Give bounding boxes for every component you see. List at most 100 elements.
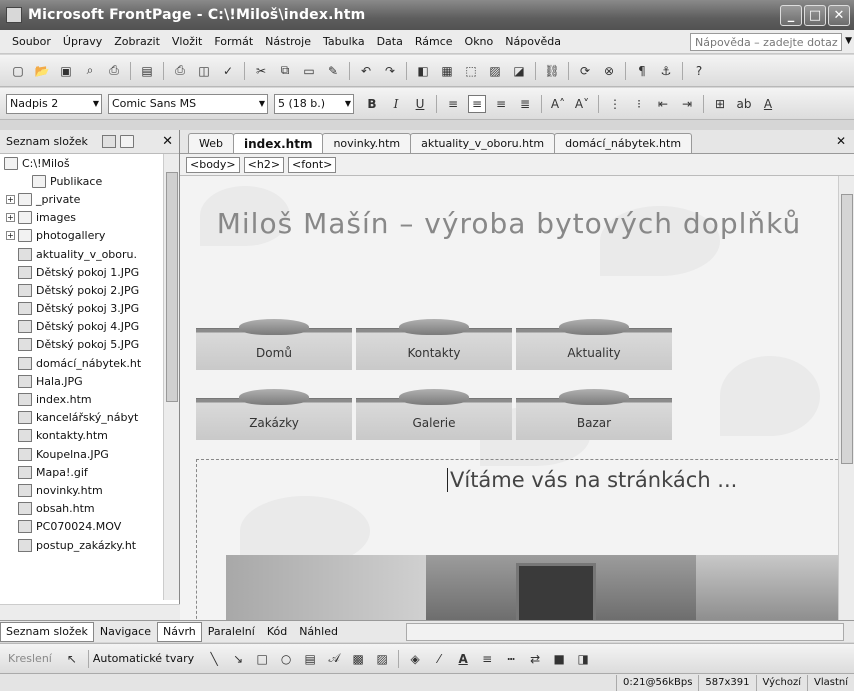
welcome-text[interactable]: Vítáme vás na stránkách ...: [447, 468, 737, 492]
align-center-icon[interactable]: ≡: [468, 94, 486, 113]
justify-icon[interactable]: ≣: [516, 95, 534, 113]
line-icon[interactable]: ╲: [205, 650, 223, 668]
paste-icon[interactable]: ▭: [300, 62, 318, 80]
editor-horizontal-scrollbar[interactable]: [406, 623, 844, 641]
drawing-menu[interactable]: Kreslení: [8, 652, 52, 665]
tree-item[interactable]: obsah.htm: [0, 500, 164, 518]
close-document-icon[interactable]: ✕: [836, 134, 846, 148]
new-page-icon[interactable]: [101, 135, 116, 148]
line-color-icon[interactable]: ⁄: [430, 650, 448, 668]
tree-item[interactable]: Koupelna.JPG: [0, 445, 164, 463]
nav-button-bazar[interactable]: Bazar: [516, 389, 672, 440]
3d-icon[interactable]: ◨: [574, 650, 592, 668]
numbering-icon[interactable]: ⋮: [606, 95, 624, 113]
line-style-icon[interactable]: ≡: [478, 650, 496, 668]
insert-picture-icon[interactable]: ▨: [486, 62, 504, 80]
tree-item[interactable]: index.htm: [0, 390, 164, 408]
tree-item[interactable]: aktuality_v_oboru.: [0, 245, 164, 263]
tree-item[interactable]: Dětský pokoj 2.JPG: [0, 281, 164, 299]
tree-item[interactable]: postup_zakázky.ht: [0, 536, 164, 554]
show-all-icon[interactable]: ¶: [633, 62, 651, 80]
refresh-icon[interactable]: ⟳: [576, 62, 594, 80]
expand-icon[interactable]: +: [6, 194, 15, 204]
menu-zobrazit[interactable]: Zobrazit: [114, 35, 160, 48]
style-select[interactable]: Nadpis 2 ▼: [6, 93, 102, 114]
oval-icon[interactable]: ○: [277, 650, 295, 668]
view-code-button[interactable]: Kód: [261, 622, 293, 642]
decrease-font-icon[interactable]: A˅: [573, 95, 591, 113]
expand-icon[interactable]: +: [6, 213, 15, 223]
view-preview-button[interactable]: Náhled: [293, 622, 344, 642]
rectangle-icon[interactable]: □: [253, 650, 271, 668]
page-heading[interactable]: Miloš Mašín – výroba bytových doplňků: [180, 204, 838, 244]
tag-body[interactable]: <body>: [186, 156, 240, 173]
folder-list-vertical-scrollbar[interactable]: [163, 154, 179, 600]
increase-font-icon[interactable]: A˄: [549, 95, 567, 113]
menu-vlozit[interactable]: Vložit: [172, 35, 202, 48]
tree-item[interactable]: + photogallery: [0, 227, 164, 245]
fill-color-icon[interactable]: ◈: [406, 650, 424, 668]
tree-item[interactable]: Dětský pokoj 1.JPG: [0, 263, 164, 281]
autoshapes-menu[interactable]: Automatické tvary: [93, 652, 194, 665]
minimize-button[interactable]: _: [780, 5, 802, 26]
tree-item[interactable]: kancelářský_nábyt: [0, 409, 164, 427]
format-painter-icon[interactable]: ✎: [324, 62, 342, 80]
expand-icon[interactable]: +: [6, 231, 15, 241]
italic-button[interactable]: I: [387, 95, 405, 113]
tree-item[interactable]: Dětský pokoj 4.JPG: [0, 318, 164, 336]
underline-button[interactable]: U: [411, 95, 429, 113]
page-dimensions[interactable]: 587x391: [698, 674, 755, 691]
app-icon[interactable]: [6, 7, 22, 23]
align-right-icon[interactable]: ≡: [492, 95, 510, 113]
help-dropdown-icon[interactable]: ▼: [845, 36, 852, 46]
toggle-pane-icon[interactable]: ▤: [138, 62, 156, 80]
scrollbar-thumb[interactable]: [166, 172, 178, 402]
tab-web[interactable]: Web: [188, 133, 234, 153]
bold-button[interactable]: B: [363, 95, 381, 113]
menu-okno[interactable]: Okno: [465, 35, 494, 48]
undo-icon[interactable]: ↶: [357, 62, 375, 80]
shadow-icon[interactable]: ■: [550, 650, 568, 668]
arrow-style-icon[interactable]: ⇄: [526, 650, 544, 668]
arrow-icon[interactable]: ↘: [229, 650, 247, 668]
menu-napoveda[interactable]: Nápověda: [505, 35, 561, 48]
tree-item[interactable]: Mapa!.gif: [0, 463, 164, 481]
download-time[interactable]: 0:21@56kBps: [616, 674, 698, 691]
tree-item[interactable]: kontakty.htm: [0, 427, 164, 445]
hyperlink-icon[interactable]: ⛓: [543, 62, 561, 80]
web-component-icon[interactable]: ◧: [414, 62, 432, 80]
tab-novinky[interactable]: novinky.htm: [322, 133, 412, 153]
print-icon[interactable]: ⎙: [171, 62, 189, 80]
nav-button-kontakty[interactable]: Kontakty: [356, 319, 512, 370]
tree-item[interactable]: novinky.htm: [0, 481, 164, 499]
search-icon[interactable]: ⌕: [81, 62, 99, 80]
anchor-icon[interactable]: ⚓: [657, 62, 675, 80]
dash-style-icon[interactable]: ┅: [502, 650, 520, 668]
tab-index[interactable]: index.htm: [232, 133, 324, 153]
nav-button-zakazky[interactable]: Zakázky: [196, 389, 352, 440]
new-folder-icon[interactable]: [119, 135, 134, 148]
tree-item[interactable]: Dětský pokoj 3.JPG: [0, 300, 164, 318]
decrease-indent-icon[interactable]: ⇤: [654, 95, 672, 113]
layer-icon[interactable]: ⬚: [462, 62, 480, 80]
tag-h2[interactable]: <h2>: [243, 156, 285, 173]
design-canvas[interactable]: Miloš Mašín – výroba bytových doplňků Do…: [180, 176, 838, 620]
open-icon[interactable]: 📂: [33, 62, 51, 80]
folder-list-horizontal-scrollbar[interactable]: [0, 604, 180, 620]
tree-item[interactable]: Hala.JPG: [0, 372, 164, 390]
tree-item[interactable]: Dětský pokoj 5.JPG: [0, 336, 164, 354]
tag-font[interactable]: <font>: [288, 156, 337, 173]
help-icon[interactable]: ?: [690, 62, 708, 80]
menu-nastroje[interactable]: Nástroje: [265, 35, 311, 48]
editor-vertical-scrollbar[interactable]: [838, 176, 854, 620]
align-left-icon[interactable]: ≡: [444, 95, 462, 113]
font-color-icon[interactable]: A: [759, 95, 777, 113]
view-split-button[interactable]: Paralelní: [202, 622, 261, 642]
clipart-icon[interactable]: ▩: [349, 650, 367, 668]
copy-icon[interactable]: ⧉: [276, 62, 294, 80]
menu-format[interactable]: Formát: [214, 35, 253, 48]
menu-upravy[interactable]: Úpravy: [63, 35, 102, 48]
select-objects-icon[interactable]: ↖: [63, 650, 81, 668]
save-icon[interactable]: ▣: [57, 62, 75, 80]
room-photo[interactable]: [226, 555, 838, 620]
